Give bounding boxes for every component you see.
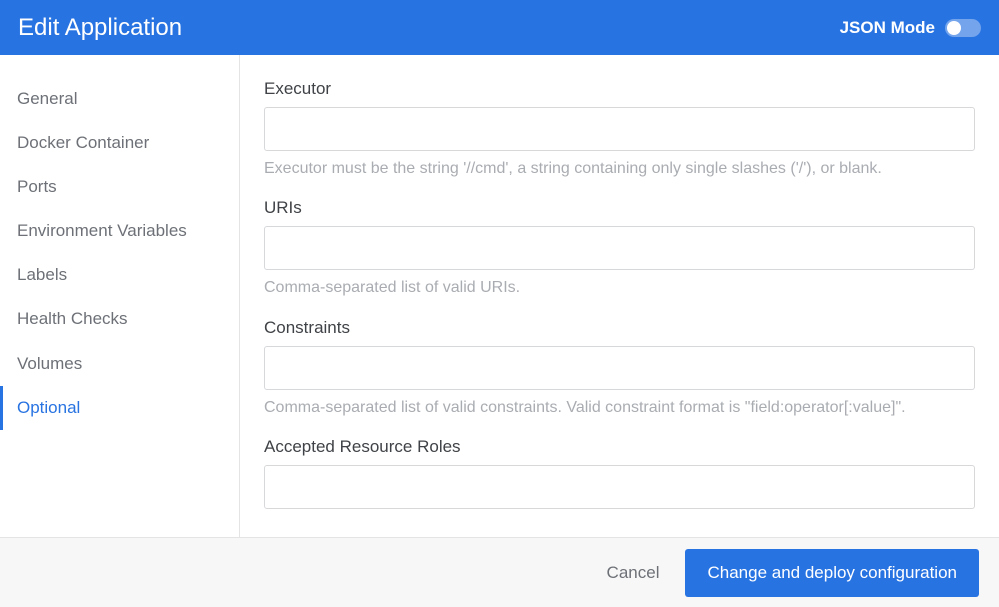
json-mode-toggle[interactable] [945,19,981,37]
field-group-constraints: Constraints Comma-separated list of vali… [264,318,975,419]
sidebar-item-health-checks[interactable]: Health Checks [0,297,239,341]
uris-hint: Comma-separated list of valid URIs. [264,277,975,299]
sidebar-item-environment-variables[interactable]: Environment Variables [0,209,239,253]
field-group-accepted-resource-roles: Accepted Resource Roles [264,437,975,509]
sidebar-item-label: Ports [17,177,57,196]
sidebar-item-labels[interactable]: Labels [0,253,239,297]
sidebar-item-general[interactable]: General [0,77,239,121]
uris-label: URIs [264,198,975,218]
uris-input[interactable] [264,226,975,270]
sidebar-item-label: Environment Variables [17,221,187,240]
modal-title: Edit Application [18,14,182,42]
sidebar: General Docker Container Ports Environme… [0,55,240,537]
sidebar-item-docker-container[interactable]: Docker Container [0,121,239,165]
sidebar-item-label: Volumes [17,354,82,373]
constraints-input[interactable] [264,346,975,390]
modal-header: Edit Application JSON Mode [0,0,999,55]
sidebar-item-label: Optional [17,398,80,417]
json-mode-label: JSON Mode [840,18,935,38]
sidebar-item-optional[interactable]: Optional [0,386,239,430]
sidebar-item-label: Health Checks [17,309,128,328]
executor-label: Executor [264,79,975,99]
constraints-hint: Comma-separated list of valid constraint… [264,397,975,419]
sidebar-item-volumes[interactable]: Volumes [0,342,239,386]
sidebar-item-label: General [17,89,77,108]
accepted-resource-roles-input[interactable] [264,465,975,509]
field-group-executor: Executor Executor must be the string '//… [264,79,975,180]
sidebar-item-label: Labels [17,265,67,284]
sidebar-item-ports[interactable]: Ports [0,165,239,209]
cancel-button[interactable]: Cancel [601,553,666,593]
field-group-uris: URIs Comma-separated list of valid URIs. [264,198,975,299]
sidebar-item-label: Docker Container [17,133,149,152]
accepted-resource-roles-label: Accepted Resource Roles [264,437,975,457]
constraints-label: Constraints [264,318,975,338]
executor-hint: Executor must be the string '//cmd', a s… [264,158,975,180]
json-mode-control: JSON Mode [840,18,981,38]
main-panel: Executor Executor must be the string '//… [240,55,999,537]
submit-button[interactable]: Change and deploy configuration [685,549,979,597]
modal-body: General Docker Container Ports Environme… [0,55,999,537]
modal-footer: Cancel Change and deploy configuration [0,537,999,607]
toggle-knob [947,21,961,35]
executor-input[interactable] [264,107,975,151]
